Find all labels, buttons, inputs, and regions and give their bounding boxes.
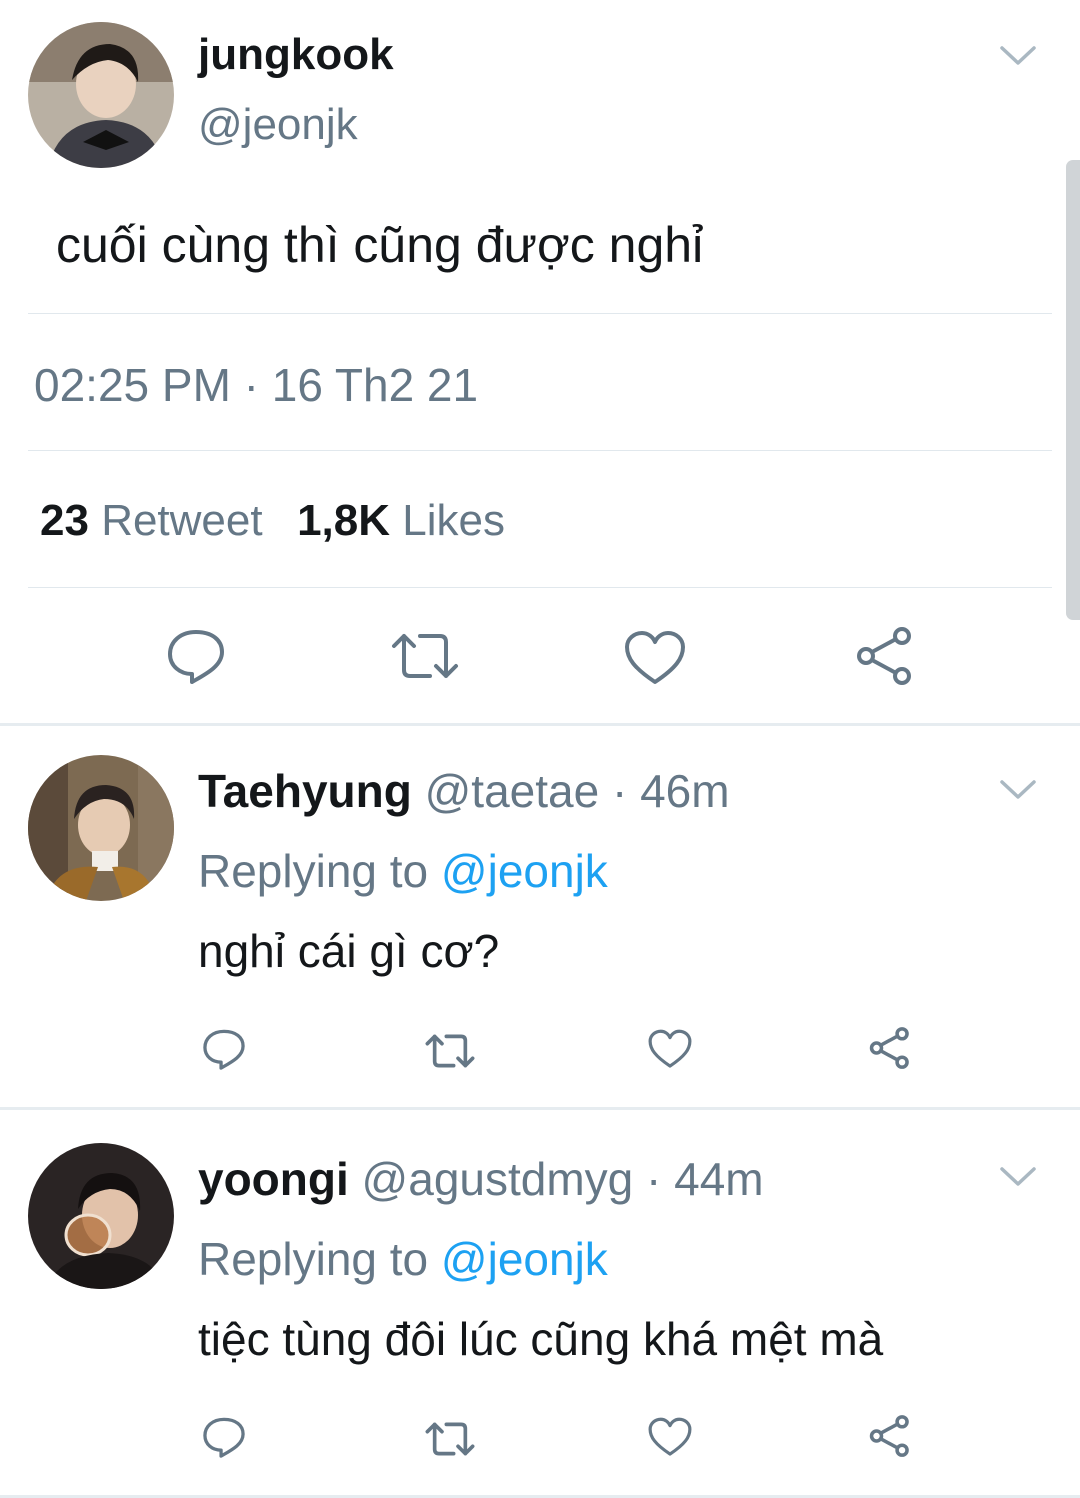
retweet-icon[interactable] bbox=[390, 630, 460, 682]
like-icon[interactable] bbox=[648, 1029, 692, 1069]
replying-to-label: Replying to bbox=[198, 845, 429, 897]
author-handle[interactable]: @taetae bbox=[425, 765, 600, 817]
author-handle[interactable]: @jeonjk bbox=[198, 100, 358, 150]
section-divider bbox=[0, 1107, 1080, 1110]
retweet-count[interactable]: 23 bbox=[40, 496, 89, 545]
retweet-icon[interactable] bbox=[424, 1032, 476, 1070]
reply-icon[interactable] bbox=[202, 1028, 246, 1070]
avatar[interactable] bbox=[28, 755, 174, 901]
like-icon[interactable] bbox=[624, 630, 686, 686]
reply-text: nghỉ cái gì cơ? bbox=[198, 925, 500, 977]
scrollbar[interactable] bbox=[1066, 160, 1080, 620]
reply-icon[interactable] bbox=[166, 628, 226, 684]
chevron-down-icon[interactable] bbox=[998, 778, 1038, 802]
replying-to: Replying to @jeonjk bbox=[198, 1232, 608, 1286]
divider bbox=[28, 313, 1052, 314]
like-label[interactable]: Likes bbox=[402, 496, 505, 545]
tweet-text: cuối cùng thì cũng được nghỉ bbox=[56, 217, 704, 273]
divider bbox=[28, 587, 1052, 588]
author-name[interactable]: jungkook bbox=[198, 30, 394, 80]
replying-to: Replying to @jeonjk bbox=[198, 844, 608, 898]
reply-text: tiệc tùng đôi lúc cũng khá mệt mà bbox=[198, 1313, 884, 1365]
divider bbox=[28, 450, 1052, 451]
reply-time[interactable]: · 44m bbox=[646, 1153, 764, 1205]
reply-time[interactable]: · 46m bbox=[612, 765, 730, 817]
share-icon[interactable] bbox=[868, 1414, 912, 1458]
author-handle[interactable]: @agustdmyg bbox=[362, 1153, 634, 1205]
author-name[interactable]: Taehyung bbox=[198, 765, 412, 817]
replying-to-handle[interactable]: @jeonjk bbox=[441, 845, 608, 897]
share-icon[interactable] bbox=[868, 1026, 912, 1070]
author-name[interactable]: yoongi bbox=[198, 1153, 349, 1205]
timestamp: 02:25 PM · 16 Th2 21 bbox=[34, 359, 479, 411]
reply-icon[interactable] bbox=[202, 1416, 246, 1458]
chevron-down-icon[interactable] bbox=[998, 1165, 1038, 1189]
section-divider bbox=[0, 723, 1080, 726]
chevron-down-icon[interactable] bbox=[998, 44, 1038, 68]
engagement-stats: 23 Retweet 1,8K Likes bbox=[40, 496, 505, 546]
retweet-label[interactable]: Retweet bbox=[101, 496, 262, 545]
replying-to-label: Replying to bbox=[198, 1233, 429, 1285]
like-count[interactable]: 1,8K bbox=[297, 496, 390, 545]
avatar[interactable] bbox=[28, 1143, 174, 1289]
reply-header: yoongi @agustdmyg · 44m bbox=[198, 1152, 764, 1206]
like-icon[interactable] bbox=[648, 1417, 692, 1457]
reply-header: Taehyung @taetae · 46m bbox=[198, 764, 730, 818]
share-icon[interactable] bbox=[854, 626, 916, 686]
replying-to-handle[interactable]: @jeonjk bbox=[441, 1233, 608, 1285]
retweet-icon[interactable] bbox=[424, 1420, 476, 1458]
avatar[interactable] bbox=[28, 22, 174, 168]
